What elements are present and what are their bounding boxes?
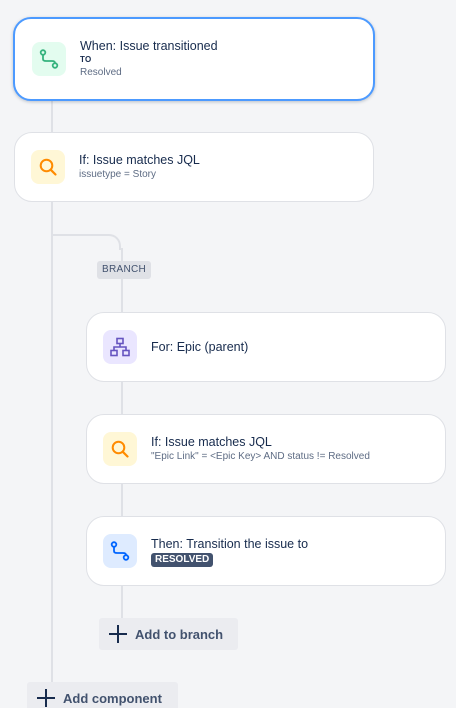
branch-connector-line: [121, 380, 123, 416]
trigger-to-label: TO: [80, 55, 92, 64]
plus-icon: [37, 689, 55, 707]
jql-condition-card[interactable]: If: Issue matches JQL issuetype = Story: [14, 132, 374, 202]
add-to-branch-button[interactable]: Add to branch: [99, 618, 238, 650]
branch-for-title: For: Epic (parent): [151, 340, 249, 354]
automation-rule-canvas: When: Issue transitioned TO Resolved If:…: [0, 0, 456, 708]
branch-for-card[interactable]: For: Epic (parent): [86, 312, 446, 382]
transition-icon: [32, 42, 66, 76]
trigger-card[interactable]: When: Issue transitioned TO Resolved: [13, 17, 375, 101]
branch-connector-line: [121, 482, 123, 518]
add-component-label: Add component: [63, 690, 162, 706]
search-icon: [31, 150, 65, 184]
search-icon: [103, 432, 137, 466]
add-to-branch-label: Add to branch: [135, 626, 224, 642]
status-lozenge: RESOLVED: [151, 552, 214, 567]
hierarchy-icon: [103, 330, 137, 364]
transition-icon: [103, 534, 137, 568]
branch-jql-condition-card[interactable]: If: Issue matches JQL "Epic Link" = <Epi…: [86, 414, 446, 484]
action-title: Then: Transition the issue to: [151, 536, 309, 551]
branch-connector-line: [121, 584, 123, 620]
branch-connector-line: [121, 279, 123, 314]
add-component-button[interactable]: Add component: [27, 682, 178, 708]
branch-connector-curve: [51, 234, 121, 250]
main-connector-line-long: [51, 200, 53, 690]
branch-condition-query: "Epic Link" = <Epic Key> AND status != R…: [151, 451, 370, 462]
trigger-status: Resolved: [80, 67, 122, 78]
plus-icon: [109, 625, 127, 643]
branch-condition-title: If: Issue matches JQL: [151, 435, 272, 449]
condition-query: issuetype = Story: [79, 169, 156, 180]
transition-action-card[interactable]: Then: Transition the issue to RESOLVED: [86, 516, 446, 586]
trigger-title: When: Issue transitioned: [80, 39, 218, 53]
branch-connector-line: [121, 248, 123, 262]
condition-title: If: Issue matches JQL: [79, 153, 200, 167]
branch-tag: BRANCH: [97, 261, 152, 279]
